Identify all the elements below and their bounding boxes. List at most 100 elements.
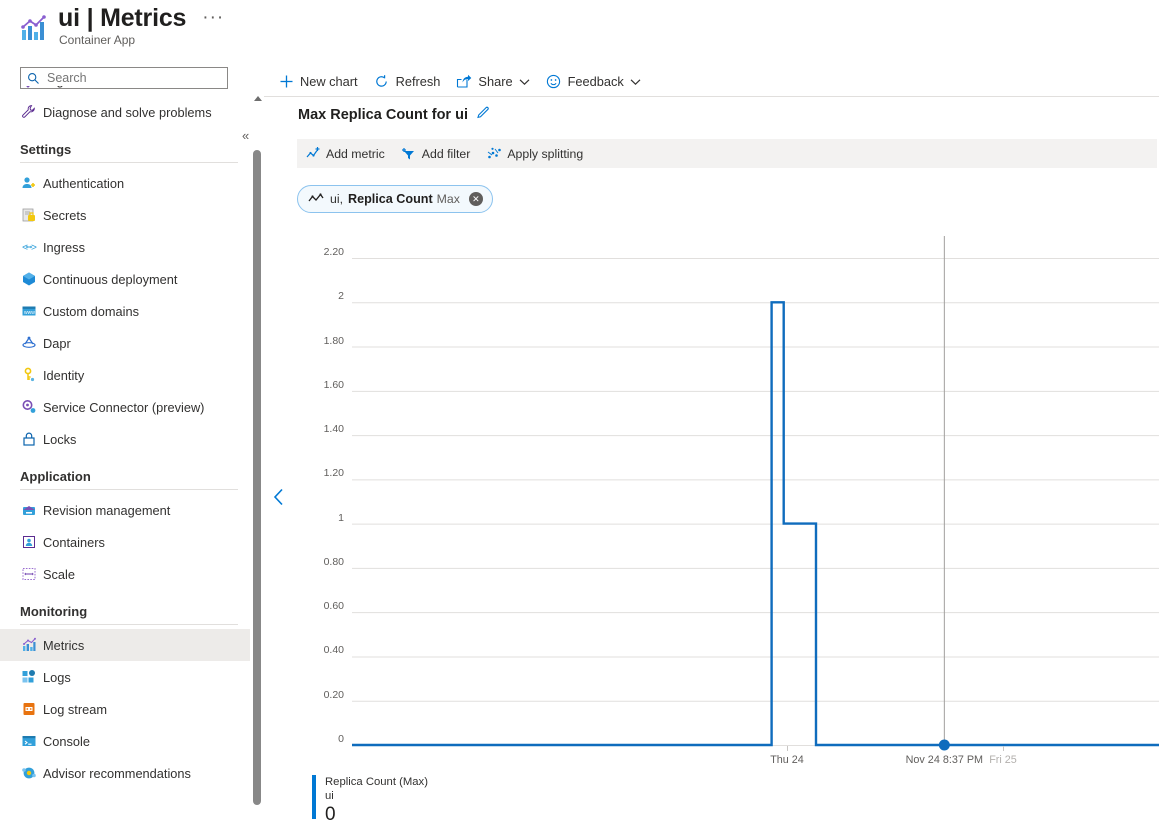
share-button[interactable]: Share [452, 66, 538, 96]
sidebar-item-containers[interactable]: Containers [0, 526, 250, 558]
add-filter-label: Add filter [421, 146, 471, 161]
sidebar-divider [20, 162, 238, 163]
console-icon [20, 733, 37, 750]
sidebar-nav-list: Tags Diagnose and solve problems Setting… [0, 86, 250, 825]
log-stream-icon [20, 701, 37, 718]
more-actions-button[interactable]: ··· [202, 7, 224, 29]
sidebar-divider [20, 624, 238, 625]
apply-splitting-button[interactable]: Apply splitting [478, 139, 591, 168]
sidebar-item-metrics[interactable]: Metrics [0, 629, 250, 661]
y-axis-tick-label: 0 [338, 733, 344, 745]
identity-key-icon [20, 367, 37, 384]
x-axis-tick-label: Thu 24 [770, 754, 804, 766]
page-header: ui | Metrics ··· Container App [0, 0, 1159, 58]
sidebar-item-revision-management[interactable]: Revision management [0, 494, 250, 526]
sidebar-item-label: Metrics [43, 637, 85, 653]
apply-splitting-label: Apply splitting [507, 146, 584, 161]
x-axis-tick [787, 746, 788, 751]
splitting-icon [486, 146, 502, 162]
sidebar-item-diagnose-and-solve-problems[interactable]: Diagnose and solve problems [0, 96, 250, 128]
main-content: New chart Refresh Share Feedback Max Rep… [264, 58, 1159, 825]
pencil-icon[interactable] [476, 105, 491, 124]
sidebar-scroll-up-arrow[interactable] [254, 96, 262, 101]
share-label: Share [478, 73, 513, 89]
sidebar-item-label: Dapr [43, 335, 71, 351]
sidebar-item-label: Containers [43, 534, 105, 550]
sidebar-item-label: Scale [43, 566, 76, 582]
sidebar-group-monitoring: Monitoring [20, 604, 88, 619]
sidebar-group-application: Application [20, 469, 91, 484]
y-axis-tick-label: 0.40 [323, 644, 344, 657]
sidebar-item-locks[interactable]: Locks [0, 423, 250, 455]
new-chart-button[interactable]: New chart [274, 66, 367, 96]
legend-metric-name: Replica Count (Max) [325, 776, 428, 788]
add-metric-button[interactable]: Add metric [297, 139, 393, 168]
crosshair-time-label: Nov 24 8:37 PM [905, 754, 984, 766]
chip-metric: Replica Count [348, 192, 433, 206]
sidebar-divider [20, 489, 238, 490]
refresh-label: Refresh [395, 73, 441, 89]
search-icon [27, 72, 40, 85]
tags-icon [20, 86, 37, 89]
sidebar: « Tags [0, 58, 253, 825]
chip-scope: ui, [330, 192, 343, 206]
sidebar-item-label: Revision management [43, 502, 171, 518]
sidebar-item-console[interactable]: Console [0, 725, 250, 757]
sidebar-item-identity[interactable]: Identity [0, 359, 250, 391]
sidebar-item-label: Locks [43, 431, 77, 447]
sidebar-item-authentication[interactable]: Authentication [0, 167, 250, 199]
metrics-page: ui | Metrics ··· Container App « [0, 0, 1159, 825]
sidebar-item-dapr[interactable]: Dapr [0, 327, 250, 359]
y-axis-tick-label: 1 [338, 511, 344, 524]
y-axis-tick-label: 0.20 [323, 688, 344, 701]
page-subtitle: Container App [59, 33, 136, 47]
y-axis-tick-label: 0.60 [323, 600, 344, 613]
search-input[interactable] [45, 70, 219, 86]
feedback-button[interactable]: Feedback [542, 66, 650, 96]
sidebar-item-continuous-deployment[interactable]: Continuous deployment [0, 263, 250, 295]
legend-color-swatch [312, 775, 316, 819]
close-icon[interactable]: ✕ [468, 192, 483, 206]
chevron-down-icon [519, 74, 530, 89]
metrics-chart[interactable]: 2.20 2 1.80 1.60 1.40 1.20 1 0.80 0.60 0.40 0.20 0 … [264, 228, 1159, 768]
y-axis-tick-label: 2.20 [323, 246, 344, 258]
sidebar-item-log-stream[interactable]: Log stream [0, 693, 250, 725]
sidebar-item-label: Console [43, 733, 90, 749]
chip-aggregation: Max [436, 192, 460, 206]
y-axis-tick-label: 0.80 [323, 555, 344, 568]
share-icon [456, 73, 472, 89]
chart-title: Max Replica Count for ui [298, 106, 468, 123]
plus-icon [278, 73, 294, 89]
add-filter-button[interactable]: Add filter [393, 139, 479, 168]
chart-title-row: Max Replica Count for ui [298, 105, 491, 124]
sidebar-item-secrets[interactable]: Secrets [0, 199, 250, 231]
sidebar-item-label: Continuous deployment [43, 271, 178, 287]
metric-chip[interactable]: ui, Replica Count Max ✕ [297, 185, 493, 213]
sidebar-group-settings: Settings [20, 142, 72, 157]
filter-icon [401, 146, 417, 162]
chart-plot[interactable] [264, 228, 1159, 768]
metrics-icon [20, 637, 37, 654]
dapr-icon [20, 335, 37, 352]
ingress-icon: < > [20, 239, 37, 256]
command-bar: New chart Refresh Share Feedback [274, 64, 653, 98]
sidebar-item-tags[interactable]: Tags [0, 86, 250, 96]
sidebar-item-label: Ingress [43, 239, 85, 255]
sidebar-item-scale[interactable]: Scale [0, 558, 250, 590]
metrics-chart-icon [18, 14, 48, 44]
metric-toolbar: Add metric Add filter Apply splitting [297, 139, 1157, 168]
sidebar-scrollbar-thumb[interactable] [253, 150, 261, 805]
lock-icon [20, 431, 37, 448]
sidebar-item-logs[interactable]: Logs [0, 661, 250, 693]
sidebar-item-ingress[interactable]: < > Ingress [0, 231, 250, 263]
chart-legend[interactable]: Replica Count (Max) ui 0 [312, 775, 428, 825]
wrench-icon [20, 104, 37, 121]
page-title: ui | Metrics [58, 4, 187, 32]
refresh-button[interactable]: Refresh [370, 66, 450, 96]
command-bar-divider [264, 96, 1159, 97]
y-axis-tick-label: 2 [338, 290, 344, 303]
sidebar-item-custom-domains[interactable]: www Custom domains [0, 295, 250, 327]
add-metric-label: Add metric [326, 146, 385, 161]
sidebar-item-advisor-recommendations[interactable]: Advisor recommendations [0, 757, 250, 789]
sidebar-item-service-connector[interactable]: Service Connector (preview) [0, 391, 250, 423]
